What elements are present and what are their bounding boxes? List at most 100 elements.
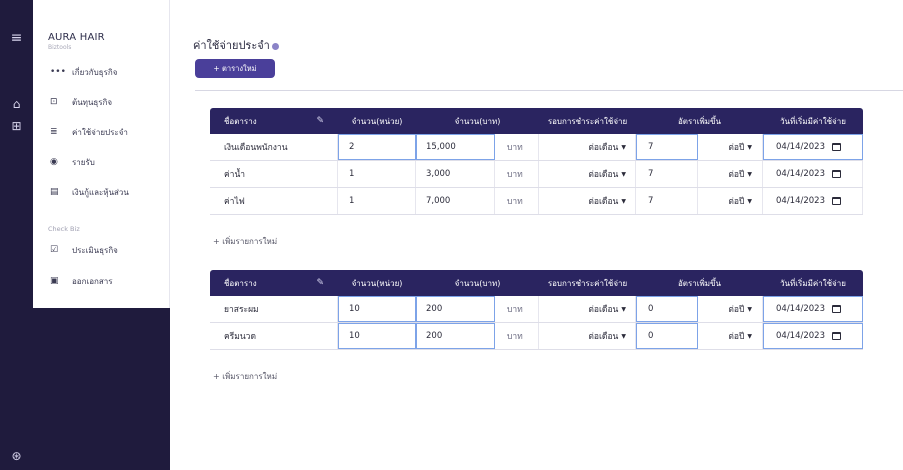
date-input[interactable]: 04/14/2023 (763, 161, 863, 187)
calendar-icon[interactable] (832, 170, 841, 178)
rate-input[interactable]: 7 (636, 134, 698, 160)
pay-cycle-select[interactable]: ต่อเดือน ▼ (539, 323, 636, 349)
table-row: ยาสระผม 10 200 บาท ต่อเดือน ▼ 0 ต่อปี ▼ 04… (210, 296, 863, 323)
sidebar-item-evaluate[interactable]: ☑ ประเมินธุรกิจ (50, 241, 168, 259)
pay-cycle-select[interactable]: ต่อเดือน ▼ (539, 296, 636, 322)
unit-label: บาท (495, 134, 539, 160)
page-title: ค่าใช้จ่ายประจำ (193, 36, 279, 54)
unit-label: บาท (495, 161, 539, 187)
rate-period-select[interactable]: ต่อปี ▼ (698, 188, 763, 214)
apps-icon[interactable]: ⊞ (0, 119, 33, 133)
calendar-icon[interactable] (832, 332, 841, 340)
name-input[interactable]: ครีมนวด (210, 323, 338, 349)
group-label-checkbiz: Check Biz (48, 225, 80, 233)
date-value: 04/14/2023 (776, 196, 825, 206)
header-increase: อัตราเพิ่มขึ้น (677, 278, 721, 288)
add-row-link[interactable]: + เพิ่มรายการใหม่ (213, 370, 277, 383)
sidebar-item-documents[interactable]: ▣ ออกเอกสาร (50, 272, 168, 290)
pay-cycle-select[interactable]: ต่อเดือน ▼ (539, 188, 636, 214)
header-increase: อัตราเพิ่มขึ้น (677, 116, 721, 126)
pay-cycle-value: ต่อเดือน (588, 332, 619, 342)
name-input[interactable]: ค่าไฟ (210, 188, 338, 214)
user-icon[interactable]: ⊛ (0, 449, 33, 463)
rate-input[interactable]: 0 (636, 323, 698, 349)
date-value: 04/14/2023 (776, 304, 825, 314)
new-table-button[interactable]: + ตารางใหม่ (195, 59, 275, 78)
sidebar-item-label: ประเมินธุรกิจ (72, 245, 118, 255)
database-icon: ▤ (50, 187, 59, 197)
qty-input[interactable]: 1 (338, 188, 416, 214)
sidebar-item-expenses[interactable]: ≣ ค่าใช้จ่ายประจำ (50, 123, 168, 141)
qty-input[interactable]: 10 (338, 296, 416, 322)
sidebar-item-income[interactable]: ◉ รายรับ (50, 153, 168, 171)
rate-period-value: ต่อปี (728, 143, 745, 153)
amount-input[interactable]: 200 (416, 296, 495, 322)
date-value: 04/14/2023 (776, 169, 825, 179)
cost-icon: ⊡ (50, 97, 58, 107)
qty-input[interactable]: 1 (338, 161, 416, 187)
name-input[interactable]: ยาสระผม (210, 296, 338, 322)
date-input[interactable]: 04/14/2023 (763, 188, 863, 214)
brand-subtitle: Biztools (48, 44, 72, 51)
sidebar-item-label: ออกเอกสาร (72, 276, 113, 286)
caret-down-icon: ▼ (621, 332, 626, 340)
amount-input[interactable]: 3,000 (416, 161, 495, 187)
sidebar-item-loans[interactable]: ▤ เงินกู้และหุ้นส่วน (50, 183, 168, 201)
date-value: 04/14/2023 (776, 142, 825, 152)
header-name-label: ชื่อตาราง (224, 278, 257, 288)
table-header: ชื่อตาราง ✎ จำนวน(หน่วย) จำนวน(บาท) รอบกา… (210, 108, 863, 134)
caret-down-icon: ▼ (621, 197, 626, 205)
rate-period-select[interactable]: ต่อปี ▼ (698, 323, 763, 349)
header-amount: จำนวน(บาท) (454, 116, 501, 126)
sidebar-item-costs[interactable]: ⊡ ต้นทุนธุรกิจ (50, 93, 168, 111)
home-icon[interactable]: ⌂ (0, 97, 33, 111)
name-input[interactable]: ค่าน้ำ (210, 161, 338, 187)
date-input[interactable]: 04/14/2023 (763, 323, 863, 349)
table-row: ค่าไฟ 1 7,000 บาท ต่อเดือน ▼ 7 ต่อปี ▼ 04/… (210, 188, 863, 215)
info-icon[interactable] (271, 42, 279, 50)
unit-label: บาท (495, 188, 539, 214)
header-name-label: ชื่อตาราง (224, 116, 257, 126)
pay-cycle-value: ต่อเดือน (588, 143, 619, 153)
dots-icon: ••• (50, 67, 66, 77)
header-pay-cycle: รอบการชำระค่าใช้จ่าย (547, 116, 628, 126)
qty-input[interactable]: 2 (338, 134, 416, 160)
rate-period-select[interactable]: ต่อปี ▼ (698, 134, 763, 160)
coin-icon: ◉ (50, 157, 58, 167)
header-qty: จำนวน(หน่วย) (351, 278, 403, 288)
calendar-icon[interactable] (832, 305, 841, 313)
pay-cycle-select[interactable]: ต่อเดือน ▼ (539, 161, 636, 187)
rate-input[interactable]: 0 (636, 296, 698, 322)
rate-input[interactable]: 7 (636, 161, 698, 187)
date-input[interactable]: 04/14/2023 (763, 134, 863, 160)
sidebar: AURA HAIR Biztools ••• เกี่ยวกับธุรกิจ ⊡… (33, 0, 170, 470)
divider (195, 90, 903, 91)
amount-input[interactable]: 7,000 (416, 188, 495, 214)
caret-down-icon: ▼ (747, 305, 752, 313)
table-row: เงินเดือนพนักงาน 2 15,000 บาท ต่อเดือน ▼ … (210, 134, 863, 161)
pay-cycle-select[interactable]: ต่อเดือน ▼ (539, 134, 636, 160)
calendar-icon[interactable] (832, 197, 841, 205)
rate-period-select[interactable]: ต่อปี ▼ (698, 161, 763, 187)
rate-period-value: ต่อปี (728, 170, 745, 180)
menu-icon[interactable]: ≡ (0, 30, 33, 46)
checkbox-icon: ☑ (50, 245, 59, 255)
amount-input[interactable]: 15,000 (416, 134, 495, 160)
amount-input[interactable]: 200 (416, 323, 495, 349)
add-row-link[interactable]: + เพิ่มรายการใหม่ (213, 235, 277, 248)
qty-input[interactable]: 10 (338, 323, 416, 349)
header-pay-cycle: รอบการชำระค่าใช้จ่าย (547, 278, 628, 288)
edit-icon[interactable]: ✎ (316, 278, 324, 288)
rate-period-select[interactable]: ต่อปี ▼ (698, 296, 763, 322)
table-header: ชื่อตาราง ✎ จำนวน(หน่วย) จำนวน(บาท) รอบกา… (210, 270, 863, 296)
name-input[interactable]: เงินเดือนพนักงาน (210, 134, 338, 160)
caret-down-icon: ▼ (621, 170, 626, 178)
calendar-icon[interactable] (832, 143, 841, 151)
caret-down-icon: ▼ (747, 170, 752, 178)
rate-period-value: ต่อปี (728, 197, 745, 207)
caret-down-icon: ▼ (747, 143, 752, 151)
rate-input[interactable]: 7 (636, 188, 698, 214)
edit-icon[interactable]: ✎ (316, 116, 324, 126)
date-input[interactable]: 04/14/2023 (763, 296, 863, 322)
sidebar-item-about[interactable]: ••• เกี่ยวกับธุรกิจ (50, 63, 168, 81)
